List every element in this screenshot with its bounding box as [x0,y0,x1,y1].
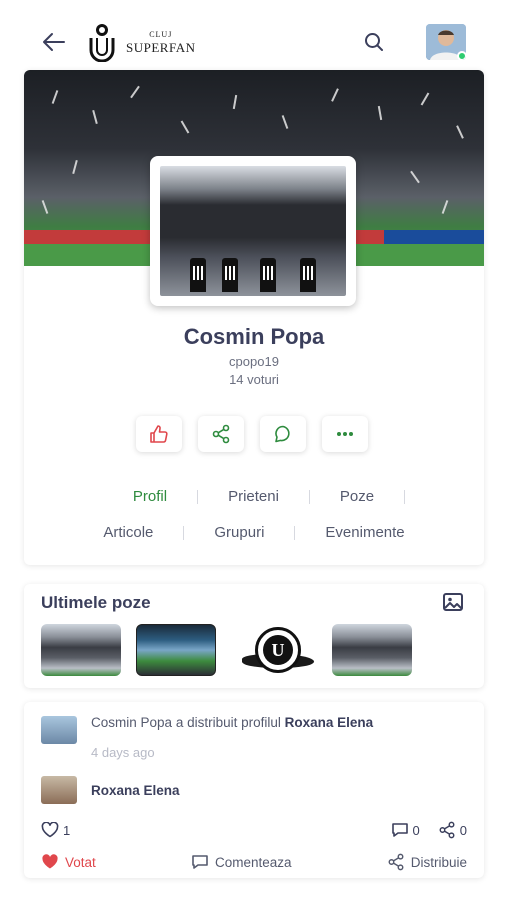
profile-votes: 14 voturi [229,372,279,387]
heart-filled-icon [41,854,59,870]
post-actions: Votat Comenteaza Distribuie [41,853,467,871]
vote-button[interactable]: Votat [41,854,96,870]
photo-thumbnail[interactable] [136,624,216,676]
online-status-dot [457,51,466,60]
gallery-image-icon[interactable] [442,592,464,612]
logo-text: CLUJ SUPERFAN [126,29,196,55]
superfan-logo[interactable]: CLUJ SUPERFAN [86,22,196,62]
shared-profile-avatar[interactable] [41,776,77,804]
more-button[interactable] [322,416,368,452]
like-button[interactable] [136,416,182,452]
profile-username: cpopo19 [229,354,279,369]
photo-thumbnail[interactable] [41,624,121,676]
post-stats: 1 0 0 [41,821,467,839]
shared-profile-name[interactable]: Roxana Elena [91,783,180,798]
search-icon[interactable] [362,30,386,54]
shares-count: 0 [438,821,467,839]
photo-thumbnail[interactable]: U [238,624,318,676]
share-button[interactable] [198,416,244,452]
logo-superfan-text: SUPERFAN [126,39,196,55]
user-avatar[interactable] [426,24,466,60]
tab-grupuri[interactable]: Grupuri [184,524,294,541]
tab-profil[interactable]: Profil [103,488,197,505]
share-icon [438,821,456,839]
comment-icon [391,822,409,838]
post-author[interactable]: Cosmin Popa [91,715,172,730]
app-header: CLUJ SUPERFAN [24,12,484,72]
profile-card: Cosmin Popa cpopo19 14 voturi Profil Pri [24,70,484,565]
author-avatar[interactable] [41,716,77,744]
post-action: a distribuit profilul [175,715,281,730]
photo-thumbnail[interactable] [332,624,412,676]
more-dots-icon [335,431,355,437]
profile-name: Cosmin Popa [183,324,325,349]
post-text: Cosmin Popa a distribuit profilul Roxana… [91,715,461,731]
profile-actions [136,416,368,452]
latest-photos-card: Ultimele poze U [24,584,484,688]
comment-icon [191,854,209,870]
message-button[interactable] [260,416,306,452]
chat-bubble-icon [273,424,293,444]
tab-evenimente[interactable]: Evenimente [295,524,434,541]
profile-tabs-row-1: Profil Prieteni Poze [24,488,484,505]
likes-count: 1 [41,822,70,838]
tab-poze[interactable]: Poze [310,488,404,505]
thumbs-up-icon [149,424,169,444]
share-post-button[interactable]: Distribuie [387,853,467,871]
activity-post-card: Cosmin Popa a distribuit profilul Roxana… [24,702,484,878]
post-target[interactable]: Roxana Elena [285,715,374,730]
comments-count: 0 [391,822,420,838]
club-crest-icon: U [255,627,301,673]
profile-picture[interactable] [150,156,356,306]
post-timestamp: 4 days ago [91,745,155,760]
heart-outline-icon [41,822,59,838]
share-icon [387,853,405,871]
logo-club-text: CLUJ [149,29,173,39]
u-crest-icon [86,22,118,62]
back-arrow-icon[interactable] [42,29,68,55]
photos-title: Ultimele poze [41,593,151,612]
tab-articole[interactable]: Articole [73,524,183,541]
share-icon [211,424,231,444]
tab-prieteni[interactable]: Prieteni [198,488,309,505]
profile-tabs-row-2: Articole Grupuri Evenimente [24,524,484,541]
comment-button[interactable]: Comenteaza [191,854,292,870]
